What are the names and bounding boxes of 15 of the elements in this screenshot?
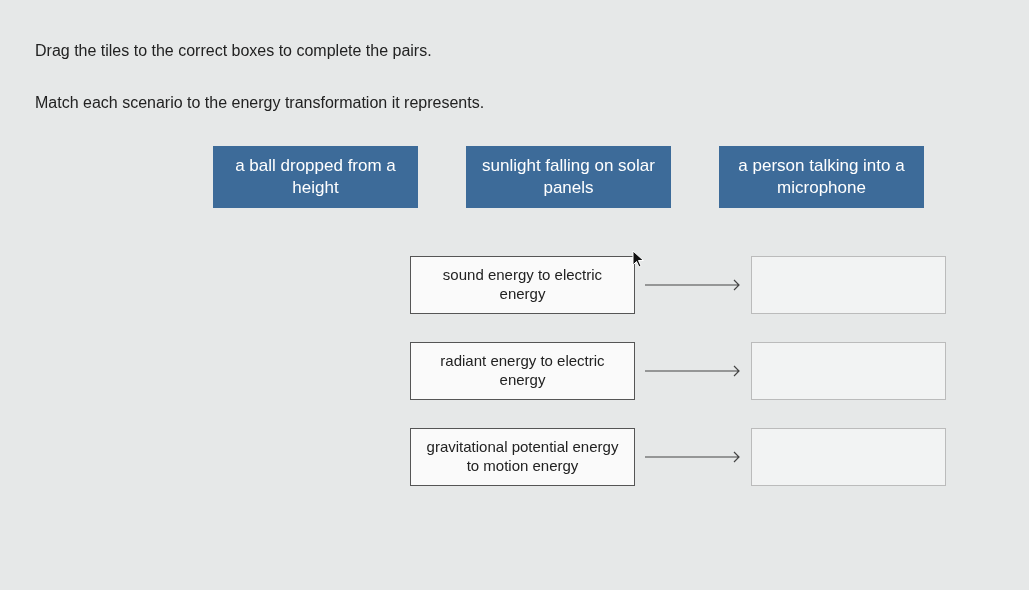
answer-tile[interactable]: sunlight falling on solar panels: [466, 146, 671, 208]
arrow-icon: [645, 451, 741, 463]
prompt-box: sound energy to electric energy: [410, 256, 635, 314]
drop-box[interactable]: [751, 342, 946, 400]
prompt-box: radiant energy to electric energy: [410, 342, 635, 400]
arrow-icon: [645, 365, 741, 377]
answer-tile[interactable]: a ball dropped from a height: [213, 146, 418, 208]
drop-box[interactable]: [751, 256, 946, 314]
answer-tile[interactable]: a person talking into a microphone: [719, 146, 924, 208]
drop-box[interactable]: [751, 428, 946, 486]
instruction-text: Match each scenario to the energy transformation it represents.: [35, 94, 486, 112]
prompt-box: gravitational potential energy to motion energy: [410, 428, 635, 486]
instruction-text: Drag the tiles to the correct boxes to complete the pairs.: [35, 42, 433, 60]
mouse-cursor-icon: [632, 250, 646, 268]
arrow-icon: [645, 279, 741, 291]
